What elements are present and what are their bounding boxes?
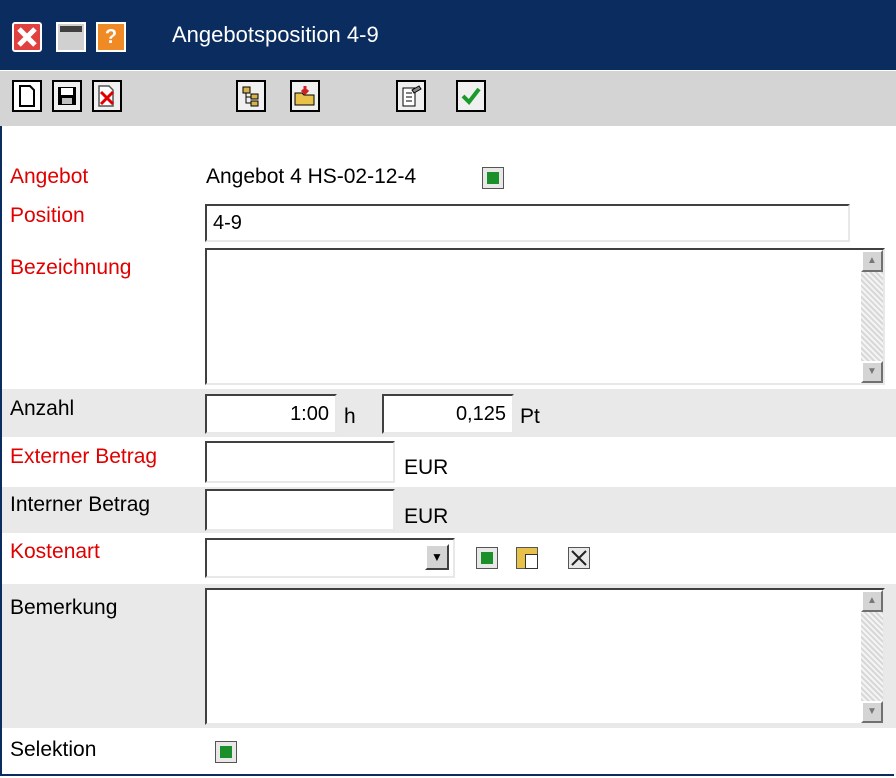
scroll-down-icon[interactable]: ▼ bbox=[861, 701, 883, 723]
anzahl-points-input[interactable] bbox=[382, 394, 514, 434]
interner-betrag-input[interactable] bbox=[205, 489, 395, 531]
position-label: Position bbox=[10, 204, 85, 227]
anzahl-hours-input[interactable] bbox=[205, 394, 337, 434]
kostenart-select[interactable]: ▼ bbox=[205, 538, 455, 578]
paste-icon[interactable] bbox=[516, 547, 538, 569]
scroll-down-icon[interactable]: ▼ bbox=[861, 361, 883, 383]
open-folder-icon[interactable] bbox=[290, 80, 320, 112]
kostenart-label: Kostenart bbox=[10, 540, 100, 563]
goto-angebot-icon[interactable] bbox=[482, 167, 504, 189]
anzahl-points-unit: Pt bbox=[520, 405, 540, 428]
scroll-up-icon[interactable]: ▲ bbox=[861, 250, 883, 272]
help-icon[interactable]: ? bbox=[96, 22, 126, 52]
bezeichnung-scrollbar[interactable]: ▲ ▼ bbox=[861, 250, 883, 383]
externer-betrag-input[interactable] bbox=[205, 441, 395, 483]
bemerkung-textarea[interactable]: ▲ ▼ bbox=[205, 588, 885, 725]
anzahl-label: Anzahl bbox=[10, 397, 75, 420]
bemerkung-label: Bemerkung bbox=[10, 596, 118, 619]
bezeichnung-textarea[interactable]: ▲ ▼ bbox=[205, 248, 885, 385]
anzahl-hours-unit: h bbox=[344, 405, 356, 428]
bezeichnung-label: Bezeichnung bbox=[10, 256, 132, 279]
angebot-value: Angebot 4 HS-02-12-4 bbox=[206, 165, 417, 188]
selektion-label: Selektion bbox=[10, 738, 97, 761]
save-icon[interactable] bbox=[52, 80, 82, 112]
clear-icon[interactable] bbox=[568, 547, 590, 569]
externer-betrag-unit: EUR bbox=[404, 456, 449, 479]
chevron-down-icon[interactable]: ▼ bbox=[425, 544, 449, 570]
interner-betrag-label: Interner Betrag bbox=[10, 493, 151, 516]
interner-betrag-unit: EUR bbox=[404, 505, 449, 528]
scroll-up-icon[interactable]: ▲ bbox=[861, 590, 883, 612]
delete-document-icon[interactable] bbox=[92, 80, 122, 112]
position-input[interactable] bbox=[205, 204, 850, 242]
angebot-label: Angebot bbox=[10, 165, 89, 188]
toolbar bbox=[0, 70, 896, 126]
tree-icon[interactable] bbox=[236, 80, 266, 112]
bemerkung-scrollbar[interactable]: ▲ ▼ bbox=[861, 590, 883, 723]
window-title: Angebotsposition 4-9 bbox=[172, 22, 379, 47]
new-document-icon[interactable] bbox=[12, 80, 42, 112]
close-icon[interactable] bbox=[12, 22, 42, 52]
minimize-icon[interactable] bbox=[56, 22, 86, 52]
goto-kostenart-icon[interactable] bbox=[476, 547, 498, 569]
externer-betrag-label: Externer Betrag bbox=[10, 445, 158, 468]
title-bar: ? Angebotsposition 4-9 bbox=[0, 0, 896, 70]
confirm-check-icon[interactable] bbox=[456, 80, 486, 112]
edit-properties-icon[interactable] bbox=[396, 80, 426, 112]
goto-selektion-icon[interactable] bbox=[215, 741, 237, 763]
